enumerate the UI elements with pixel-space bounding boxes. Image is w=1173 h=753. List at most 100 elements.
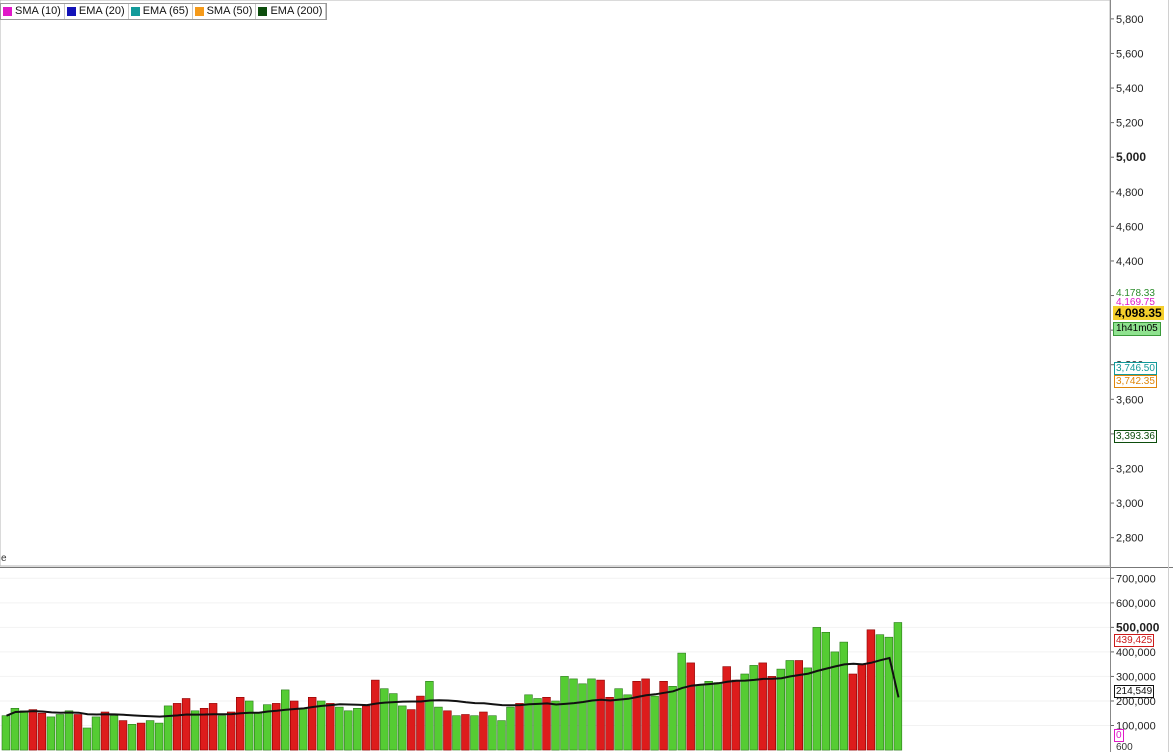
volume-bar — [208, 703, 218, 751]
volume-bar — [776, 668, 786, 751]
volume-bar — [614, 688, 623, 751]
volume-tick-label: 500,000 — [1116, 620, 1160, 634]
volume-bar — [145, 720, 155, 751]
volume-bar — [91, 716, 101, 751]
price-tick-label: 5,600 — [1116, 48, 1144, 60]
volume-bar — [181, 698, 191, 751]
volume-tick-label: 700,000 — [1116, 573, 1156, 585]
price-panel-frame — [0, 0, 1111, 567]
volume-bar — [307, 696, 317, 751]
volume-bar — [353, 707, 362, 751]
price-tick-label: 5,000 — [1116, 150, 1146, 164]
volume-bar — [704, 680, 713, 751]
volume-bar — [668, 685, 677, 751]
chart-canvas[interactable]: 2,8003,0003,2003,4003,6003,8004,0004,200… — [0, 0, 1173, 752]
legend-swatch — [194, 7, 204, 16]
volume-bar — [695, 684, 704, 751]
volume-bar — [731, 679, 740, 751]
volume-bar — [118, 720, 128, 751]
volume-bar — [812, 627, 822, 751]
volume-bar — [506, 706, 515, 751]
volume-bar — [785, 660, 795, 751]
volume-bar — [623, 694, 632, 751]
volume-bar — [821, 631, 831, 751]
volume-bar — [866, 629, 876, 751]
volume-bar — [470, 715, 479, 751]
volume-zero-tag: 0 — [1114, 729, 1124, 742]
volume-bar — [127, 723, 137, 751]
price-tick-label: 5,400 — [1116, 83, 1144, 95]
volume-bar — [136, 722, 146, 751]
volume-bar — [109, 715, 119, 751]
volume-bar — [434, 706, 443, 751]
volume-bar — [37, 712, 47, 751]
volume-bar — [839, 641, 849, 751]
volume-bar — [245, 700, 254, 751]
volume-bar — [371, 679, 380, 751]
volume-bar — [596, 679, 605, 751]
volume-bar — [344, 710, 353, 751]
volume-bar — [857, 663, 867, 751]
volume-bar — [380, 688, 389, 751]
legend-swatch — [3, 7, 12, 16]
price-tick-label: 3,000 — [1116, 498, 1144, 510]
volume-bar — [479, 711, 488, 751]
volume-bar — [884, 636, 894, 751]
indicator-legend[interactable]: SMA (10) EMA (20) EMA (65) SMA (50) EMA … — [0, 3, 328, 20]
volume-bar — [335, 706, 344, 751]
ema65-price-tag: 3,746.50 — [1114, 362, 1157, 375]
ema200-price-tag: 3,393.36 — [1114, 430, 1157, 443]
volume-bar — [443, 710, 452, 751]
legend-item[interactable]: EMA (20) — [65, 4, 129, 19]
volume-bar — [398, 705, 407, 751]
volume-bar — [587, 678, 596, 751]
volume-bar — [227, 711, 236, 751]
volume-bar — [524, 694, 533, 751]
price-tick-label: 5,200 — [1116, 118, 1144, 130]
volume-bar — [82, 727, 92, 751]
legend-label: EMA (65) — [142, 5, 189, 17]
legend-item[interactable]: EMA (200) — [256, 4, 327, 19]
legend-swatch — [66, 7, 76, 16]
volume-bar — [686, 662, 695, 751]
volume-bar — [677, 652, 686, 751]
legend-item[interactable]: EMA (65) — [129, 4, 193, 19]
volume-bar — [578, 683, 587, 751]
volume-bar — [280, 689, 290, 751]
volume-bar — [722, 666, 731, 751]
price-tick-label: 3,600 — [1116, 394, 1144, 406]
volume-bar — [425, 680, 434, 751]
last-price-tag: 4,098.35 — [1113, 306, 1164, 320]
volume-bar — [19, 710, 29, 751]
volume-tick-label: 400,000 — [1116, 647, 1156, 659]
volume-bar — [46, 716, 56, 751]
volume-bar — [163, 705, 173, 751]
volume-tick-label: 600,000 — [1116, 598, 1156, 610]
volume-bar — [461, 714, 470, 751]
legend-item[interactable]: SMA (10) — [1, 4, 65, 19]
volume-bar — [1, 715, 11, 751]
left-edge-fragment: e — [1, 553, 7, 564]
legend-label: EMA (20) — [78, 5, 125, 17]
volume-bar — [560, 676, 569, 751]
volume-bar — [713, 682, 722, 751]
price-tick-label: 4,600 — [1116, 221, 1144, 233]
volume-bar — [569, 678, 578, 751]
volume-average-tag: 214,549 — [1114, 685, 1155, 698]
price-tick-label: 4,400 — [1116, 256, 1144, 268]
volume-bar — [542, 696, 551, 751]
volume-bar — [848, 673, 858, 751]
volume-bar — [55, 714, 65, 751]
price-tick-label: 4,800 — [1116, 187, 1144, 199]
volume-bar — [488, 715, 497, 751]
legend-item[interactable]: SMA (50) — [193, 4, 257, 19]
volume-tick-label: 300,000 — [1116, 671, 1156, 683]
volume-bar — [217, 715, 227, 751]
volume-bar — [515, 703, 524, 751]
volume-bar — [641, 678, 650, 751]
volume-bar — [298, 707, 308, 751]
volume-bar — [190, 710, 200, 751]
volume-bar — [497, 720, 506, 751]
price-tick-label: 3,200 — [1116, 463, 1144, 475]
legend-label: SMA (10) — [15, 5, 61, 17]
